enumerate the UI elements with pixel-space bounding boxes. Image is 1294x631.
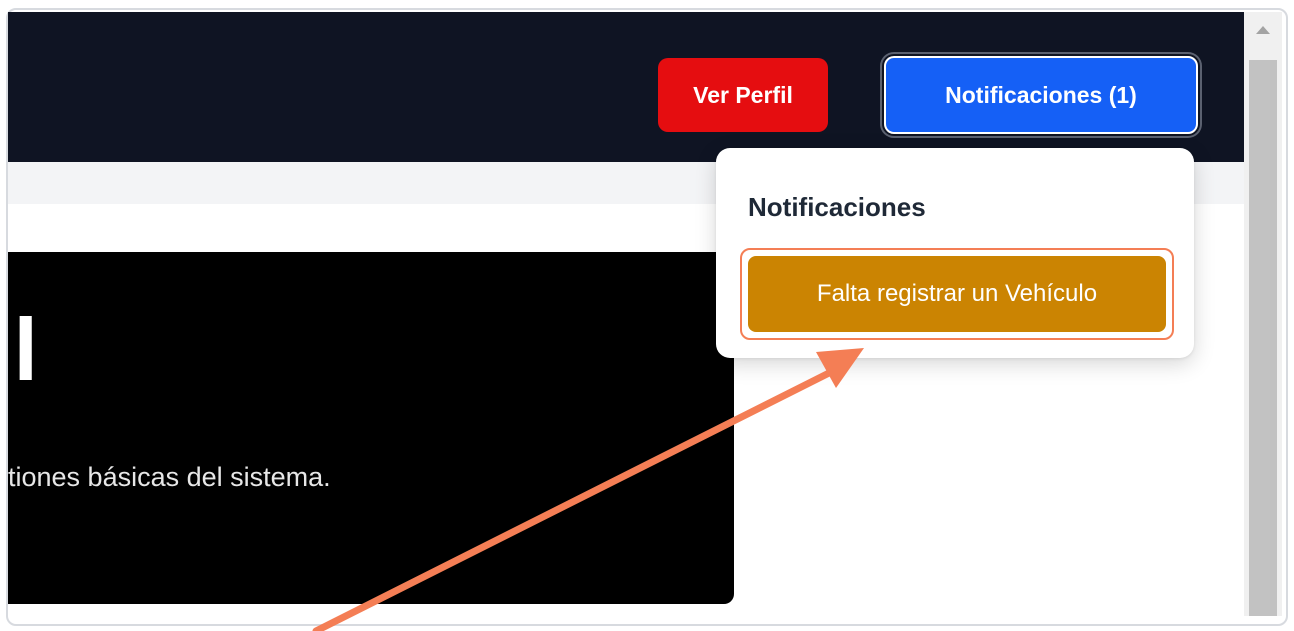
notification-item-vehicle[interactable]: Falta registrar un Vehículo	[748, 256, 1166, 332]
vertical-scrollbar[interactable]	[1244, 12, 1282, 616]
hero-banner: l tiones básicas del sistema.	[8, 252, 734, 604]
hero-title: l	[13, 300, 38, 399]
notifications-dropdown: Notificaciones Falta registrar un Vehícu…	[716, 148, 1194, 358]
notifications-dropdown-title: Notificaciones	[748, 192, 926, 222]
scrollbar-thumb[interactable]	[1249, 60, 1277, 616]
view-profile-button[interactable]: Ver Perfil	[658, 58, 828, 132]
notification-highlight-outline: Falta registrar un Vehículo	[740, 248, 1174, 340]
browser-viewport: Ver Perfil Notificaciones (1) l tiones b…	[8, 12, 1244, 616]
hero-description: tiones básicas del sistema.	[8, 462, 331, 492]
top-navigation-bar: Ver Perfil Notificaciones (1)	[8, 12, 1244, 162]
notifications-button[interactable]: Notificaciones (1)	[884, 56, 1198, 134]
scroll-up-arrow-icon[interactable]	[1256, 26, 1270, 34]
